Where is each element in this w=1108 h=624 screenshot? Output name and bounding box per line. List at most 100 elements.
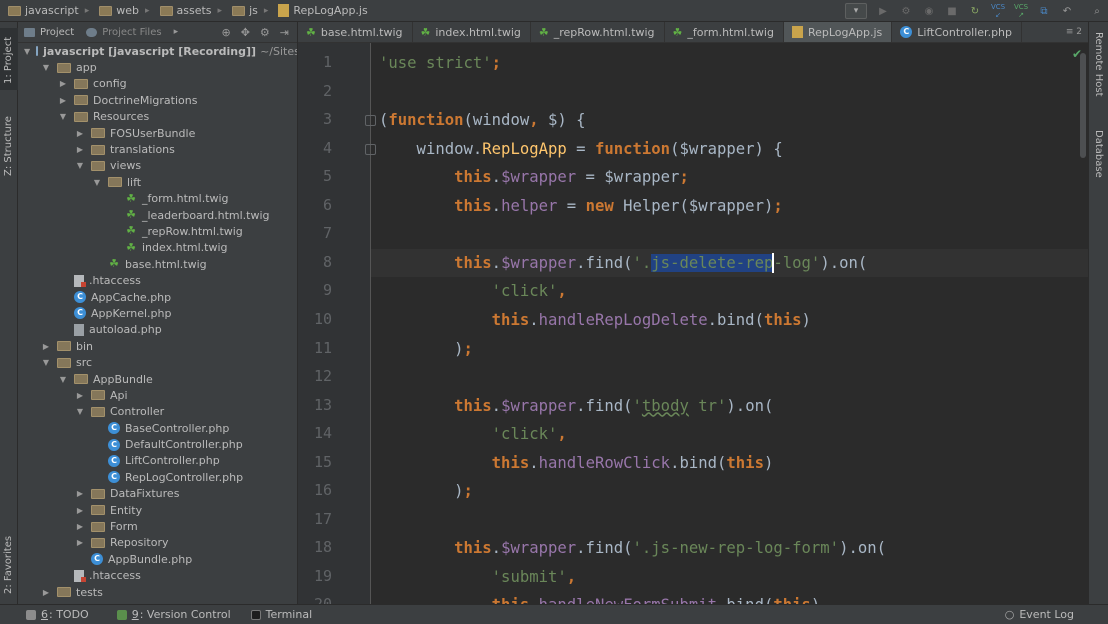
vcs-commit-icon[interactable]: VCS ↗ <box>1010 2 1032 20</box>
event-log-button[interactable]: ○ Event Log <box>1005 608 1074 621</box>
code-area[interactable]: 'use strict'; (function(window, $) { wind… <box>379 43 1069 604</box>
tab-project[interactable]: Project <box>24 27 74 38</box>
tree-item[interactable]: ▼ Controller <box>18 404 297 420</box>
expanded-arrow-icon[interactable]: ▼ <box>41 358 51 367</box>
tree-item[interactable]: ▼ views <box>18 158 297 174</box>
tree-item[interactable]: C BaseController.php <box>18 420 297 436</box>
tree-item[interactable]: C AppKernel.php <box>18 305 297 321</box>
collapse-all-icon[interactable]: ✥ <box>241 26 250 39</box>
tool-tab-project[interactable]: 1: Project <box>0 28 18 90</box>
tool-tab-structure[interactable]: Z: Structure <box>0 110 18 180</box>
code-line[interactable]: 'use strict'; <box>379 49 501 77</box>
code-line[interactable]: this.handleRepLogDelete.bind(this) <box>379 306 811 334</box>
tool-tab-favorites[interactable]: 2: Favorites <box>0 522 18 598</box>
expanded-arrow-icon[interactable]: ▼ <box>24 47 30 56</box>
compare-icon[interactable]: ⧉ <box>1033 2 1055 20</box>
breadcrumb-item[interactable]: web ▸ <box>91 0 151 22</box>
collapsed-arrow-icon[interactable]: ▶ <box>75 506 85 515</box>
tree-item[interactable]: ▶ bin <box>18 338 297 354</box>
breadcrumb-item[interactable]: js ▸ <box>224 0 270 22</box>
tree-item[interactable]: .htaccess <box>18 272 297 288</box>
revert-icon[interactable]: ↶ <box>1056 2 1078 20</box>
tab-project-files[interactable]: Project Files <box>86 27 162 38</box>
code-line[interactable]: (function(window, $) { <box>379 106 586 134</box>
version-control-tool-button[interactable]: 9: Version Control <box>116 608 231 621</box>
collapsed-arrow-icon[interactable]: ▶ <box>41 342 51 351</box>
tree-item[interactable]: .htaccess <box>18 568 297 584</box>
tree-item[interactable]: ☘ index.html.twig <box>18 240 297 256</box>
code-line[interactable]: this.handleRowClick.bind(this) <box>379 449 774 477</box>
code-line[interactable]: ); <box>379 477 473 505</box>
collapsed-arrow-icon[interactable]: ▶ <box>75 129 85 138</box>
expanded-arrow-icon[interactable]: ▼ <box>58 112 68 121</box>
tree-item[interactable]: C RepLogController.php <box>18 469 297 485</box>
chevron-right-icon[interactable]: ▸ <box>174 27 179 37</box>
editor-scrollbar[interactable] <box>1080 53 1086 158</box>
tree-item[interactable]: ▶ translations <box>18 141 297 157</box>
sync-icon[interactable]: ↻ <box>964 2 986 20</box>
expanded-arrow-icon[interactable]: ▼ <box>41 63 51 72</box>
tree-item[interactable]: C LiftController.php <box>18 453 297 469</box>
tree-item[interactable]: ▶ Entity <box>18 502 297 518</box>
tree-item[interactable]: ▶ tests <box>18 584 297 600</box>
tree-item[interactable]: ▶ Repository <box>18 535 297 551</box>
run-icon[interactable]: ▶ <box>872 2 894 20</box>
tree-item[interactable]: C AppCache.php <box>18 289 297 305</box>
code-line[interactable]: 'submit', <box>379 563 577 591</box>
debug-icon[interactable]: ⚙ <box>895 2 917 20</box>
tree-item[interactable]: ▼ lift <box>18 174 297 190</box>
scroll-from-source-icon[interactable]: ⊕ <box>221 26 230 39</box>
tree-item[interactable]: ☘ _repRow.html.twig <box>18 223 297 239</box>
code-line[interactable]: this.$wrapper.find('tbody tr').on( <box>379 392 773 420</box>
collapsed-arrow-icon[interactable]: ▶ <box>75 391 85 400</box>
tree-item[interactable]: C DefaultController.php <box>18 436 297 452</box>
breadcrumb-item[interactable]: assets ▸ <box>152 0 225 22</box>
editor-tab[interactable]: ☘ index.html.twig <box>413 22 531 42</box>
tree-item[interactable]: ▼ javascript [javascript [Recording]] ~/Si… <box>18 43 297 59</box>
collapsed-arrow-icon[interactable]: ▶ <box>41 588 51 597</box>
editor-tab[interactable]: RepLogApp.js <box>783 22 893 42</box>
tool-tab-remote-host[interactable]: Remote Host <box>1089 28 1108 108</box>
code-line[interactable]: 'click', <box>379 277 567 305</box>
todo-tool-button[interactable]: 6: TODO <box>26 608 89 621</box>
tree-item[interactable]: ▶ Form <box>18 518 297 534</box>
expanded-arrow-icon[interactable]: ▼ <box>75 407 85 416</box>
code-editor[interactable]: 1234567891011121314151617181920 'use str… <box>298 43 1088 604</box>
coverage-icon[interactable]: ◉ <box>918 2 940 20</box>
tree-item[interactable]: ▼ app <box>18 59 297 75</box>
tree-item[interactable]: ▼ src <box>18 354 297 370</box>
fold-marker-icon[interactable] <box>365 143 376 155</box>
collapsed-arrow-icon[interactable]: ▶ <box>75 522 85 531</box>
collapsed-arrow-icon[interactable]: ▶ <box>75 489 85 498</box>
code-line[interactable]: this.helper = new Helper($wrapper); <box>379 192 783 220</box>
run-config-dropdown[interactable]: ▾ <box>845 3 867 19</box>
tree-item[interactable]: ▶ Api <box>18 387 297 403</box>
tree-item[interactable]: ▶ DoctrineMigrations <box>18 92 297 108</box>
editor-tab[interactable]: ☘ _repRow.html.twig <box>531 22 665 42</box>
tree-item[interactable]: ☘ _form.html.twig <box>18 191 297 207</box>
code-line[interactable]: ); <box>379 335 473 363</box>
code-line[interactable]: this.$wrapper = $wrapper; <box>379 163 689 191</box>
expanded-arrow-icon[interactable]: ▼ <box>58 375 68 384</box>
terminal-tool-button[interactable]: Terminal <box>250 608 312 621</box>
vcs-update-icon[interactable]: VCS ↙ <box>987 2 1009 20</box>
tree-item[interactable]: ▼ AppBundle <box>18 371 297 387</box>
tree-item[interactable]: ▼ Resources <box>18 109 297 125</box>
editor-tab[interactable]: ☘ _form.html.twig <box>665 22 784 42</box>
collapsed-arrow-icon[interactable]: ▶ <box>75 145 85 154</box>
collapsed-arrow-icon[interactable]: ▶ <box>58 79 68 88</box>
editor-tab[interactable]: C LiftController.php <box>892 22 1023 42</box>
editor-tab[interactable]: ☘ base.html.twig <box>298 22 413 42</box>
search-icon[interactable]: ⌕ <box>1086 2 1108 20</box>
breadcrumb-item[interactable]: RepLogApp.js <box>270 0 369 22</box>
code-line[interactable]: this.handleNewFormSubmit.bind(this) <box>379 591 821 604</box>
expanded-arrow-icon[interactable]: ▼ <box>92 178 102 187</box>
tree-item[interactable]: autoload.php <box>18 322 297 338</box>
code-line[interactable]: this.$wrapper.find('.js-delete-rep-log')… <box>379 249 867 277</box>
code-line[interactable]: this.$wrapper.find('.js-new-rep-log-form… <box>379 534 886 562</box>
tree-item[interactable]: ▶ DataFixtures <box>18 486 297 502</box>
collapsed-arrow-icon[interactable]: ▶ <box>58 96 68 105</box>
tabs-overflow-button[interactable]: ≡ 2 <box>1066 22 1088 42</box>
tree-item[interactable]: ▶ FOSUserBundle <box>18 125 297 141</box>
tree-item[interactable]: ☘ base.html.twig <box>18 256 297 272</box>
